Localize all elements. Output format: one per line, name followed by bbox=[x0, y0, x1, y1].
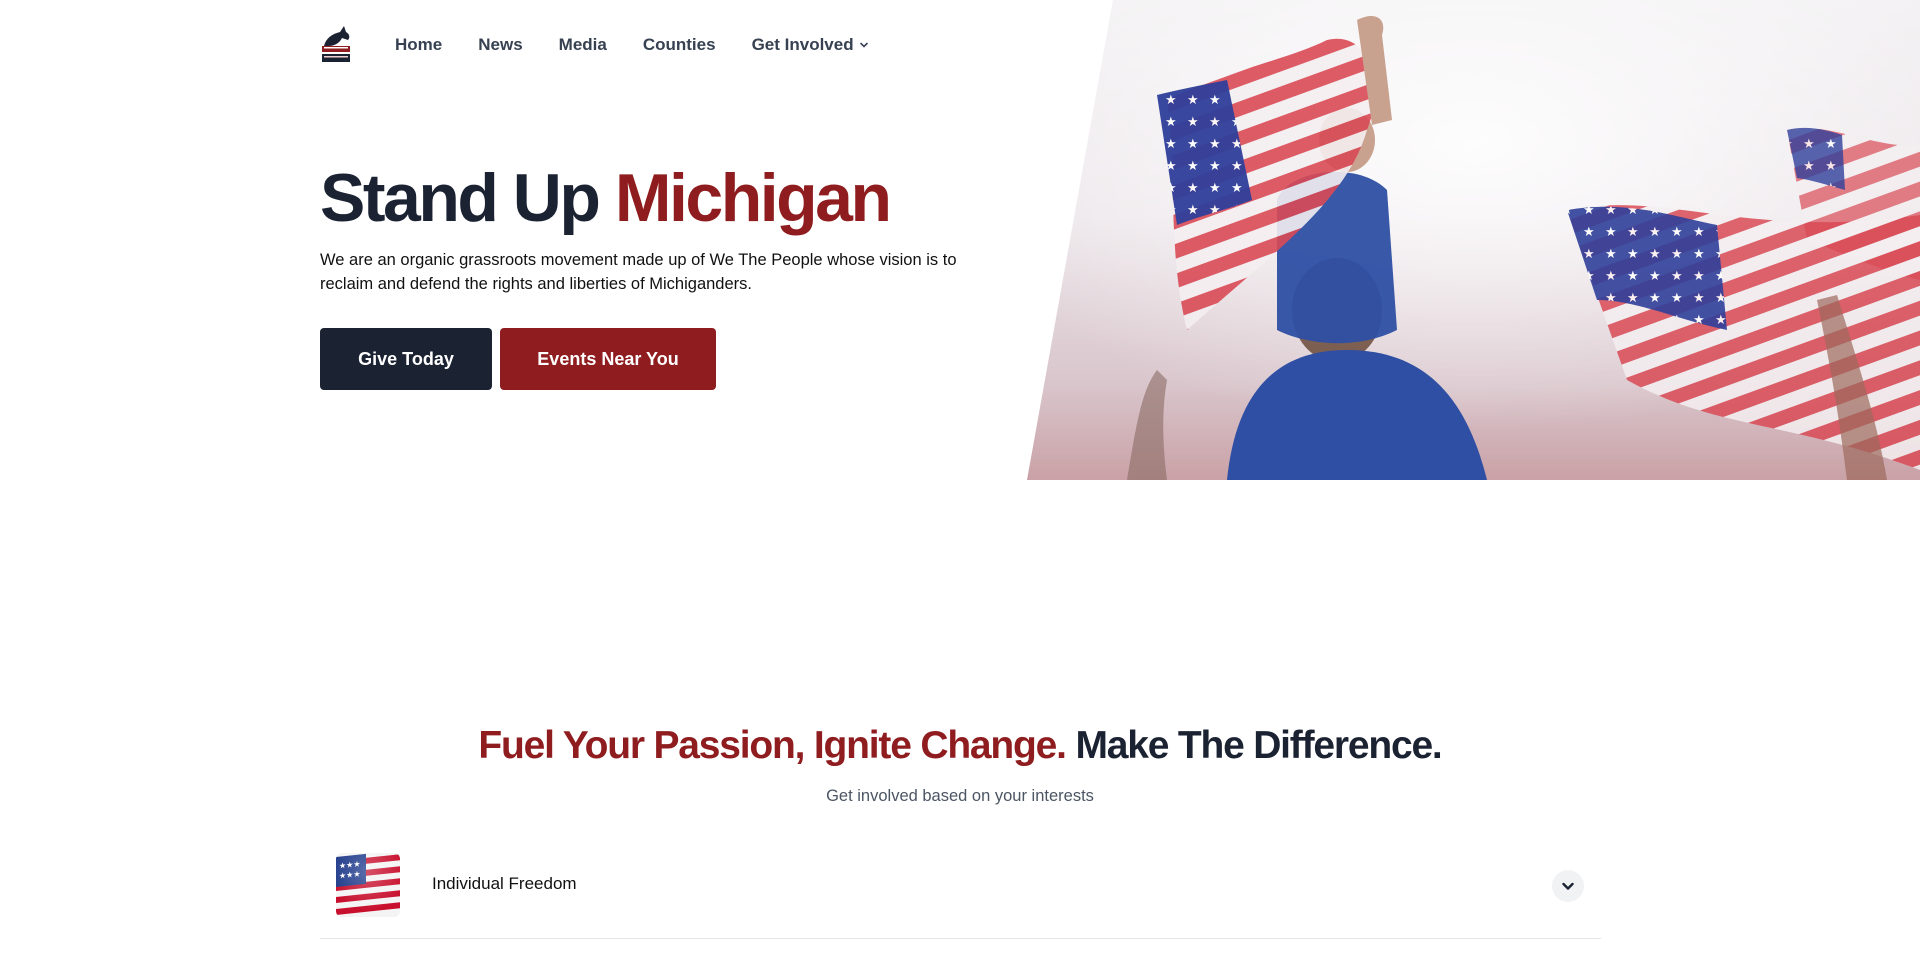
hero-image: ★ bbox=[1027, 0, 1920, 480]
main-navigation: Home News Media Counties Get Involved bbox=[320, 22, 905, 68]
horse-logo-icon[interactable] bbox=[320, 24, 352, 66]
hero-title: Stand Up Michigan bbox=[320, 158, 892, 238]
hero-title-accent: Michigan bbox=[614, 160, 892, 236]
give-today-button[interactable]: Give Today bbox=[320, 328, 492, 390]
accordion-item-individual-freedom[interactable]: ★★★ ★★★ Individual Freedom bbox=[320, 844, 1601, 939]
nav-news-link[interactable]: News bbox=[478, 35, 522, 55]
accordion-label: Individual Freedom bbox=[432, 874, 577, 893]
accordion-toggle-button[interactable] bbox=[1552, 870, 1584, 902]
events-near-you-button[interactable]: Events Near You bbox=[500, 328, 716, 390]
nav-get-involved-dropdown[interactable]: Get Involved bbox=[752, 35, 869, 55]
chevron-down-icon bbox=[859, 42, 868, 48]
nav-get-involved-label: Get Involved bbox=[751, 35, 854, 54]
section-title-red: Fuel Your Passion, Ignite Change. bbox=[478, 724, 1067, 767]
flags-illustration: ★ bbox=[1027, 0, 1920, 480]
nav-media-link[interactable]: Media bbox=[559, 35, 607, 55]
nav-home-link[interactable]: Home bbox=[395, 35, 442, 55]
hero-title-main: Stand Up bbox=[320, 160, 601, 236]
section-title: Fuel Your Passion, Ignite Change. Make T… bbox=[0, 720, 1920, 772]
chevron-down-icon bbox=[1562, 882, 1574, 890]
section-subtitle: Get involved based on your interests bbox=[826, 787, 1094, 805]
us-flag-icon: ★★★ ★★★ bbox=[336, 853, 400, 917]
nav-counties-link[interactable]: Counties bbox=[643, 35, 716, 55]
section-title-dark: Make The Difference. bbox=[1075, 724, 1442, 767]
hero-description: We are an organic grassroots movement ma… bbox=[320, 251, 957, 293]
